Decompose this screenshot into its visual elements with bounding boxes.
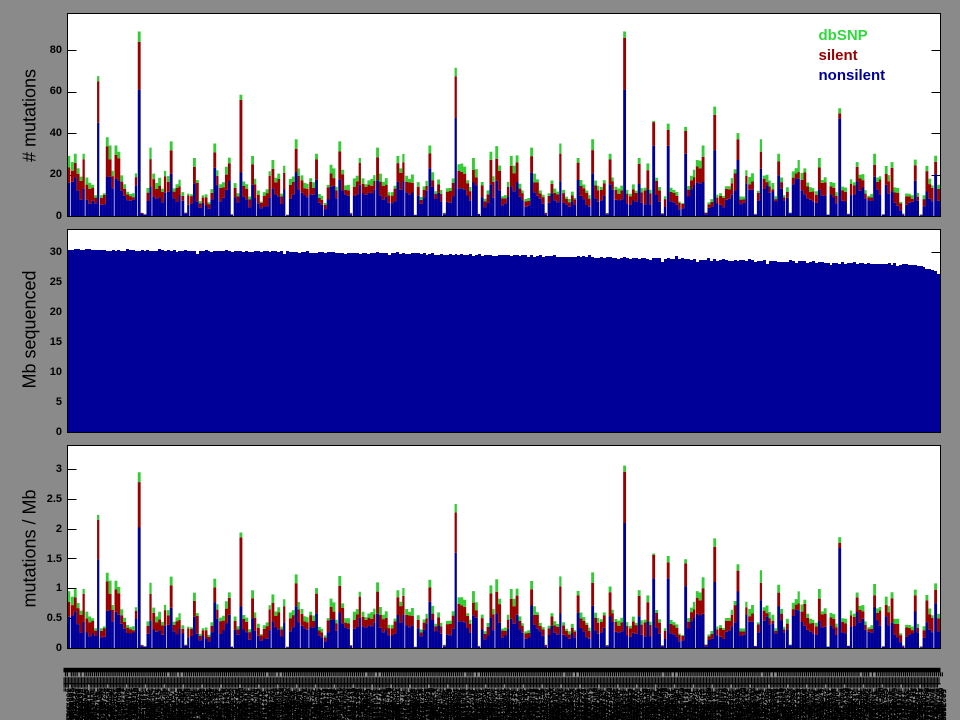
- svg-text:3A402WXW8: 3A402WXW8: [938, 703, 946, 720]
